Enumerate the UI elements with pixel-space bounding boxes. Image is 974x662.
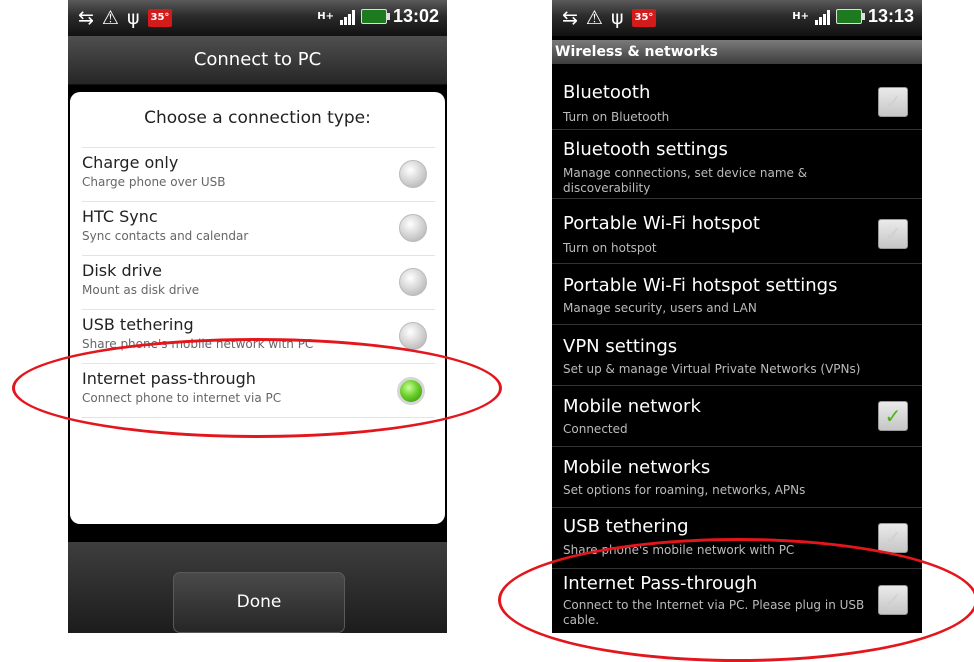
- setting-hotspot-settings[interactable]: Portable Wi-Fi hotspot settings Manage s…: [552, 264, 922, 325]
- option-subtitle: Charge phone over USB: [82, 175, 226, 189]
- setting-title: Bluetooth: [563, 82, 651, 103]
- option-title: Disk drive: [82, 261, 162, 280]
- hotspot-checkbox[interactable]: ✓: [878, 219, 908, 249]
- mobile-network-checkbox[interactable]: ✓: [878, 401, 908, 431]
- sync-icon: ⇆: [78, 7, 94, 29]
- bottom-action-bar: Done: [68, 542, 447, 633]
- setting-internet-pass-through[interactable]: Internet Pass-through Connect to the Int…: [552, 569, 922, 633]
- temperature-badge: 35°: [147, 9, 173, 27]
- connect-to-pc-screen: ⇆ ⚠ ψ 35° H+ 13:02 Connect to PC Choose …: [68, 0, 447, 633]
- setting-mobile-network[interactable]: Mobile network Connected ✓: [552, 386, 922, 447]
- usb-tethering-checkbox[interactable]: ✓: [878, 523, 908, 553]
- setting-bluetooth[interactable]: Bluetooth Turn on Bluetooth ✓: [552, 65, 922, 130]
- option-charge-only[interactable]: Charge only Charge phone over USB: [82, 147, 435, 201]
- page-title: Connect to PC: [68, 36, 447, 85]
- usb-icon: ψ: [126, 7, 140, 29]
- option-usb-tethering[interactable]: USB tethering Share phone's mobile netwo…: [82, 309, 435, 363]
- radio-button[interactable]: [399, 322, 427, 350]
- setting-mobile-networks[interactable]: Mobile networks Set options for roaming,…: [552, 447, 922, 508]
- temperature-badge: 35°: [631, 9, 657, 27]
- setting-subtitle: Manage connections, set device name & di…: [563, 166, 808, 195]
- dialog-heading: Choose a connection type:: [144, 108, 371, 128]
- battery-icon: [360, 9, 390, 24]
- option-subtitle: Share phone's mobile network with PC: [82, 337, 314, 351]
- setting-title: Mobile networks: [563, 457, 711, 478]
- setting-subtitle: Set up & manage Virtual Private Networks…: [563, 362, 861, 376]
- sync-icon: ⇆: [562, 7, 578, 29]
- radio-button-selected[interactable]: [397, 377, 425, 405]
- option-subtitle: Connect phone to internet via PC: [82, 391, 282, 405]
- setting-usb-tethering[interactable]: USB tethering Share phone's mobile netwo…: [552, 508, 922, 569]
- setting-title: Mobile network: [563, 396, 701, 417]
- usb-icon: ψ: [610, 7, 624, 29]
- bluetooth-checkbox[interactable]: ✓: [878, 87, 908, 117]
- setting-vpn-settings[interactable]: VPN settings Set up & manage Virtual Pri…: [552, 325, 922, 386]
- setting-subtitle: Turn on hotspot: [563, 241, 657, 255]
- wireless-networks-screen: ⇆ ⚠ ψ 35° H+ 13:13 Wireless & networks B…: [552, 0, 922, 633]
- status-clock: 13:13: [867, 6, 914, 26]
- warning-icon: ⚠: [101, 7, 119, 29]
- setting-title: Internet Pass-through: [563, 573, 758, 594]
- status-bar: ⇆ ⚠ ψ 35° H+ 13:02: [68, 0, 447, 36]
- internet-pass-through-checkbox[interactable]: ✓: [878, 585, 908, 615]
- status-clock: 13:02: [392, 6, 439, 26]
- radio-button[interactable]: [399, 160, 427, 188]
- option-title: HTC Sync: [82, 207, 158, 226]
- radio-button[interactable]: [399, 214, 427, 242]
- signal-icon: [814, 9, 830, 25]
- network-type-label: H+: [317, 10, 334, 22]
- option-subtitle: Mount as disk drive: [82, 283, 200, 297]
- setting-title: Portable Wi-Fi hotspot settings: [563, 275, 838, 296]
- network-type-label: H+: [792, 10, 809, 22]
- setting-title: VPN settings: [563, 336, 678, 357]
- done-button[interactable]: Done: [173, 572, 345, 633]
- radio-button[interactable]: [399, 268, 427, 296]
- setting-title: Portable Wi-Fi hotspot: [563, 213, 760, 234]
- option-subtitle: Sync contacts and calendar: [82, 229, 249, 243]
- setting-title: USB tethering: [563, 516, 689, 537]
- warning-icon: ⚠: [585, 7, 603, 29]
- option-disk-drive[interactable]: Disk drive Mount as disk drive: [82, 255, 435, 309]
- connection-type-dialog: Choose a connection type: Charge only Ch…: [70, 92, 445, 524]
- setting-portable-wifi-hotspot[interactable]: Portable Wi-Fi hotspot Turn on hotspot ✓: [552, 199, 922, 264]
- section-header: Wireless & networks: [552, 40, 922, 64]
- option-htc-sync[interactable]: HTC Sync Sync contacts and calendar: [82, 201, 435, 255]
- option-internet-pass-through[interactable]: Internet pass-through Connect phone to i…: [82, 363, 435, 418]
- setting-subtitle: Share phone's mobile network with PC: [563, 543, 795, 557]
- setting-subtitle: Connect to the Internet via PC. Please p…: [563, 598, 865, 627]
- setting-title: Bluetooth settings: [563, 139, 728, 160]
- option-title: USB tethering: [82, 315, 194, 334]
- battery-icon: [835, 9, 865, 24]
- setting-subtitle: Turn on Bluetooth: [563, 110, 670, 124]
- setting-bluetooth-settings[interactable]: Bluetooth settings Manage connections, s…: [552, 130, 922, 199]
- setting-subtitle: Connected: [563, 422, 628, 436]
- option-title: Charge only: [82, 153, 179, 172]
- status-bar: ⇆ ⚠ ψ 35° H+ 13:13: [552, 0, 922, 36]
- signal-icon: [339, 9, 355, 25]
- option-title: Internet pass-through: [82, 369, 256, 388]
- setting-subtitle: Set options for roaming, networks, APNs: [563, 483, 806, 497]
- setting-subtitle: Manage security, users and LAN: [563, 301, 757, 315]
